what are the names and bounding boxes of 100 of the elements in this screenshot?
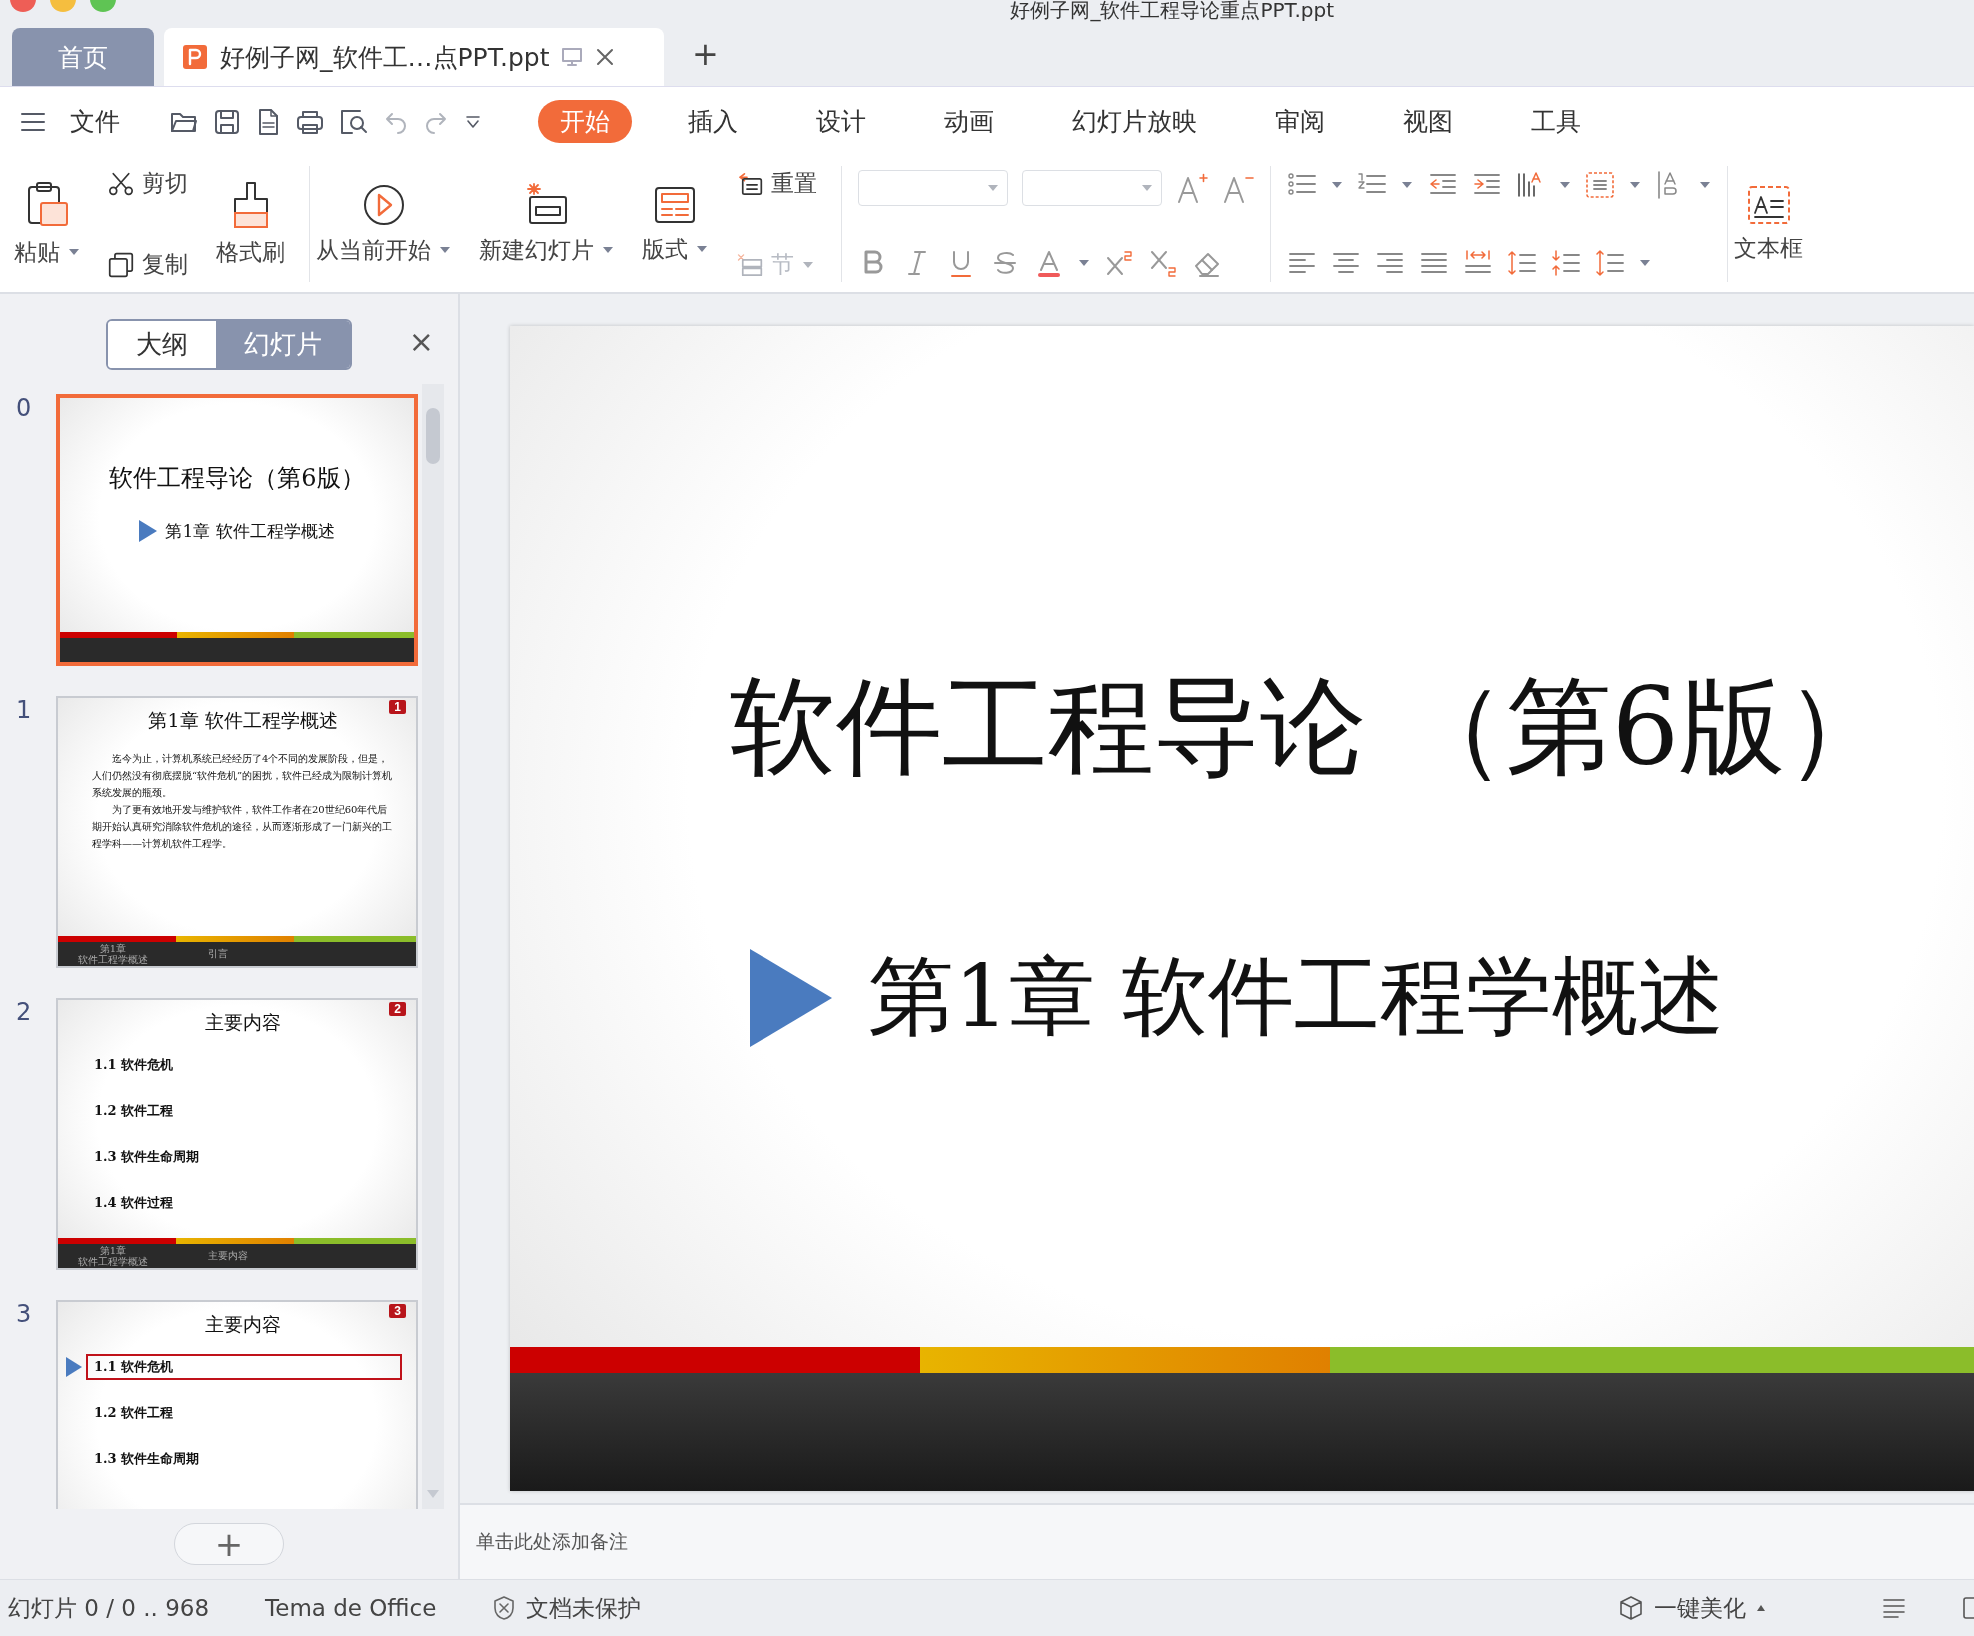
font-size-field[interactable] bbox=[1022, 170, 1162, 206]
slide-thumbnail[interactable]: 1 第1章 软件工程学概述 迄今为止，计算机系统已经经历了4个不同的发展阶段，但是，人们仍然没有彻底摆脱“软件危机”的困扰，软件已经成为限制计算机系统发展的瓶颈。 为了更有效地开发与维护软件，软件工作者在20世纪60年代后期开始认真研究消除软件危机的途径，从而逐渐形成了一门新兴的工程学科——计算机软件工程学。 第1章 软件工程学概述 引言 bbox=[56, 696, 418, 968]
notes-icon[interactable] bbox=[1882, 1597, 1906, 1619]
presentation-file-icon bbox=[182, 44, 208, 70]
caret-icon[interactable] bbox=[1639, 259, 1651, 267]
layout-button[interactable]: 版式 bbox=[640, 181, 710, 267]
shield-icon bbox=[492, 1595, 517, 1621]
footer-text: 主要内容 bbox=[208, 1249, 248, 1263]
slide-thumbnail[interactable]: 2 主要内容 1.1 软件危机 1.2 软件工程 1.3 软件生命周期 1.4 软件过程 第1章 软件工程学概述 主要内容 bbox=[56, 998, 418, 1270]
reset-button[interactable]: 重置 bbox=[734, 166, 819, 201]
menu-tab[interactable]: 设计 bbox=[794, 100, 888, 143]
cut-button[interactable]: 剪切 bbox=[106, 166, 190, 201]
menu-icon[interactable] bbox=[20, 111, 46, 132]
monitor-icon[interactable] bbox=[561, 47, 584, 67]
list-item: 1.2 软件工程 bbox=[93, 1404, 175, 1422]
new-tab-button[interactable]: + bbox=[692, 35, 719, 73]
slide-title: 主要内容 bbox=[204, 1312, 282, 1337]
button-label: 重置 bbox=[771, 169, 817, 198]
menu-tab[interactable]: 审阅 bbox=[1253, 100, 1347, 143]
caret-icon[interactable] bbox=[1699, 181, 1711, 189]
button-label: 从当前开始 bbox=[316, 235, 431, 265]
list-item: 1.3 软件生命周期 bbox=[93, 1450, 201, 1468]
view-tab[interactable]: 大纲 bbox=[108, 320, 216, 368]
caret-icon[interactable] bbox=[1078, 259, 1090, 267]
paste-button[interactable]: 粘贴 bbox=[12, 178, 82, 270]
slide-title: 软件工程导论 （第6版） bbox=[730, 664, 1893, 790]
slide-subtitle: 第1章 软件工程学概述 bbox=[868, 945, 1725, 1048]
list-item: 1.1 软件危机 bbox=[93, 1056, 175, 1074]
caret-icon[interactable] bbox=[1141, 184, 1153, 192]
view-icon[interactable] bbox=[1962, 1596, 1974, 1620]
footer-text: 引言 bbox=[208, 947, 228, 961]
button-label: 版式 bbox=[642, 234, 688, 264]
triangle-icon bbox=[750, 948, 832, 1047]
tab-title: 好例子网_软件工…点PPT.ppt bbox=[220, 41, 550, 74]
menu-tab[interactable]: 视图 bbox=[1381, 100, 1475, 143]
slide-title: 主要内容 bbox=[204, 1010, 282, 1035]
list-item: 1.3 软件生命周期 bbox=[93, 1148, 201, 1166]
tab[interactable]: 好例子网_软件工…点PPT.ppt bbox=[164, 28, 664, 86]
caret-icon[interactable] bbox=[68, 248, 80, 256]
scrollbar-thumb[interactable] bbox=[426, 408, 440, 464]
menu-tab[interactable]: 工具 bbox=[1509, 100, 1603, 143]
save-icon[interactable] bbox=[214, 108, 240, 135]
play-button[interactable]: 从当前开始 bbox=[314, 180, 453, 268]
caret-icon[interactable] bbox=[1331, 181, 1343, 189]
caret-icon[interactable] bbox=[1629, 181, 1641, 189]
slide-number-badge: 2 bbox=[389, 1002, 406, 1016]
caret-icon[interactable] bbox=[987, 184, 999, 192]
close-button[interactable]: × bbox=[408, 324, 434, 359]
menu-tab[interactable]: 幻灯片放映 bbox=[1050, 100, 1219, 143]
slide-paragraph: 迄今为止，计算机系统已经经历了4个不同的发展阶段，但是，人们仍然没有彻底摆脱“软件危机”的困扰，软件已经成为限制计算机系统发展的瓶颈。 bbox=[92, 752, 394, 800]
font-name-field[interactable] bbox=[858, 170, 1008, 206]
add-slide-button[interactable]: + bbox=[173, 1523, 285, 1565]
align-text-icon[interactable] bbox=[1585, 170, 1615, 200]
button-label: 节 bbox=[771, 250, 794, 279]
brush-button[interactable]: 格式刷 bbox=[214, 178, 287, 270]
copy-button[interactable]: 复制 bbox=[106, 247, 190, 282]
menu-tab[interactable]: 动画 bbox=[922, 100, 1016, 143]
slide-thumbnail[interactable]: 软件工程导论（第6版） 第1章 软件工程学概述 bbox=[56, 394, 418, 666]
menu-tab[interactable]: 插入 bbox=[666, 100, 760, 143]
newslide-button[interactable]: 新建幻灯片 bbox=[477, 180, 616, 268]
caret-icon[interactable] bbox=[439, 246, 451, 254]
caret-up-icon[interactable] bbox=[1756, 1604, 1766, 1612]
copy-icon bbox=[108, 251, 134, 278]
slide-count: 幻灯片 0 / 0 .. 968 bbox=[8, 1593, 210, 1623]
paste-icon bbox=[25, 180, 69, 229]
beautify-button[interactable]: 一键美化 bbox=[1654, 1592, 1746, 1624]
footer-text: 软件工程学概述 bbox=[78, 954, 148, 965]
close-icon[interactable] bbox=[595, 47, 616, 67]
increase-font-size-icon[interactable] bbox=[1176, 172, 1208, 204]
scissors-icon bbox=[108, 171, 134, 196]
textbox-icon bbox=[1746, 184, 1791, 225]
slide-thumbnail[interactable]: 3 主要内容 1.1 软件危机 1.2 软件工程 1.3 软件生命周期 bbox=[56, 1300, 418, 1509]
subscript-icon[interactable] bbox=[1148, 248, 1178, 278]
slide-paragraph: 为了更有效地开发与维护软件，软件工作者在20世纪60年代后期开始认真研究消除软件危机的途径，从而逐渐形成了一门新兴的工程学科——计算机软件工程学。 bbox=[92, 803, 393, 851]
reset-icon bbox=[736, 171, 763, 196]
paragraph-spacing-icon[interactable] bbox=[1551, 248, 1581, 278]
caret-icon[interactable] bbox=[1401, 181, 1413, 189]
button-label: 复制 bbox=[142, 250, 188, 279]
slide-number: 3 bbox=[15, 1300, 33, 1328]
slide-number-badge: 1 bbox=[389, 700, 406, 714]
print-icon[interactable] bbox=[296, 108, 324, 135]
window-title: 好例子网_软件工程导论重点PPT.ppt bbox=[1010, 0, 1334, 20]
spacing-options-icon[interactable] bbox=[1595, 248, 1625, 278]
print-preview-icon[interactable] bbox=[340, 108, 368, 135]
footer-text: 第1章 bbox=[99, 1245, 127, 1256]
protection-status[interactable]: 文档未保护 bbox=[526, 1592, 642, 1624]
superscript-icon[interactable] bbox=[1104, 248, 1134, 278]
theme-name: Tema de Office bbox=[265, 1595, 437, 1621]
line-spacing-icon[interactable] bbox=[1507, 248, 1537, 278]
slide-title: 软件工程导论（第6版） bbox=[109, 462, 365, 494]
notes-pane[interactable]: 单击此处添加备注 bbox=[460, 1503, 1974, 1579]
caret-icon[interactable] bbox=[602, 246, 614, 254]
caret-icon[interactable] bbox=[696, 245, 708, 253]
caret-icon[interactable] bbox=[1559, 181, 1571, 189]
slide-number-badge: 3 bbox=[389, 1304, 406, 1318]
pdf-file-icon[interactable] bbox=[256, 107, 280, 136]
textbox-button[interactable]: 文本框 bbox=[1732, 182, 1805, 266]
file-menu[interactable]: 文件 bbox=[70, 105, 120, 138]
list-item: 1.2 软件工程 bbox=[93, 1102, 175, 1120]
button-label: 新建幻灯片 bbox=[479, 235, 594, 265]
